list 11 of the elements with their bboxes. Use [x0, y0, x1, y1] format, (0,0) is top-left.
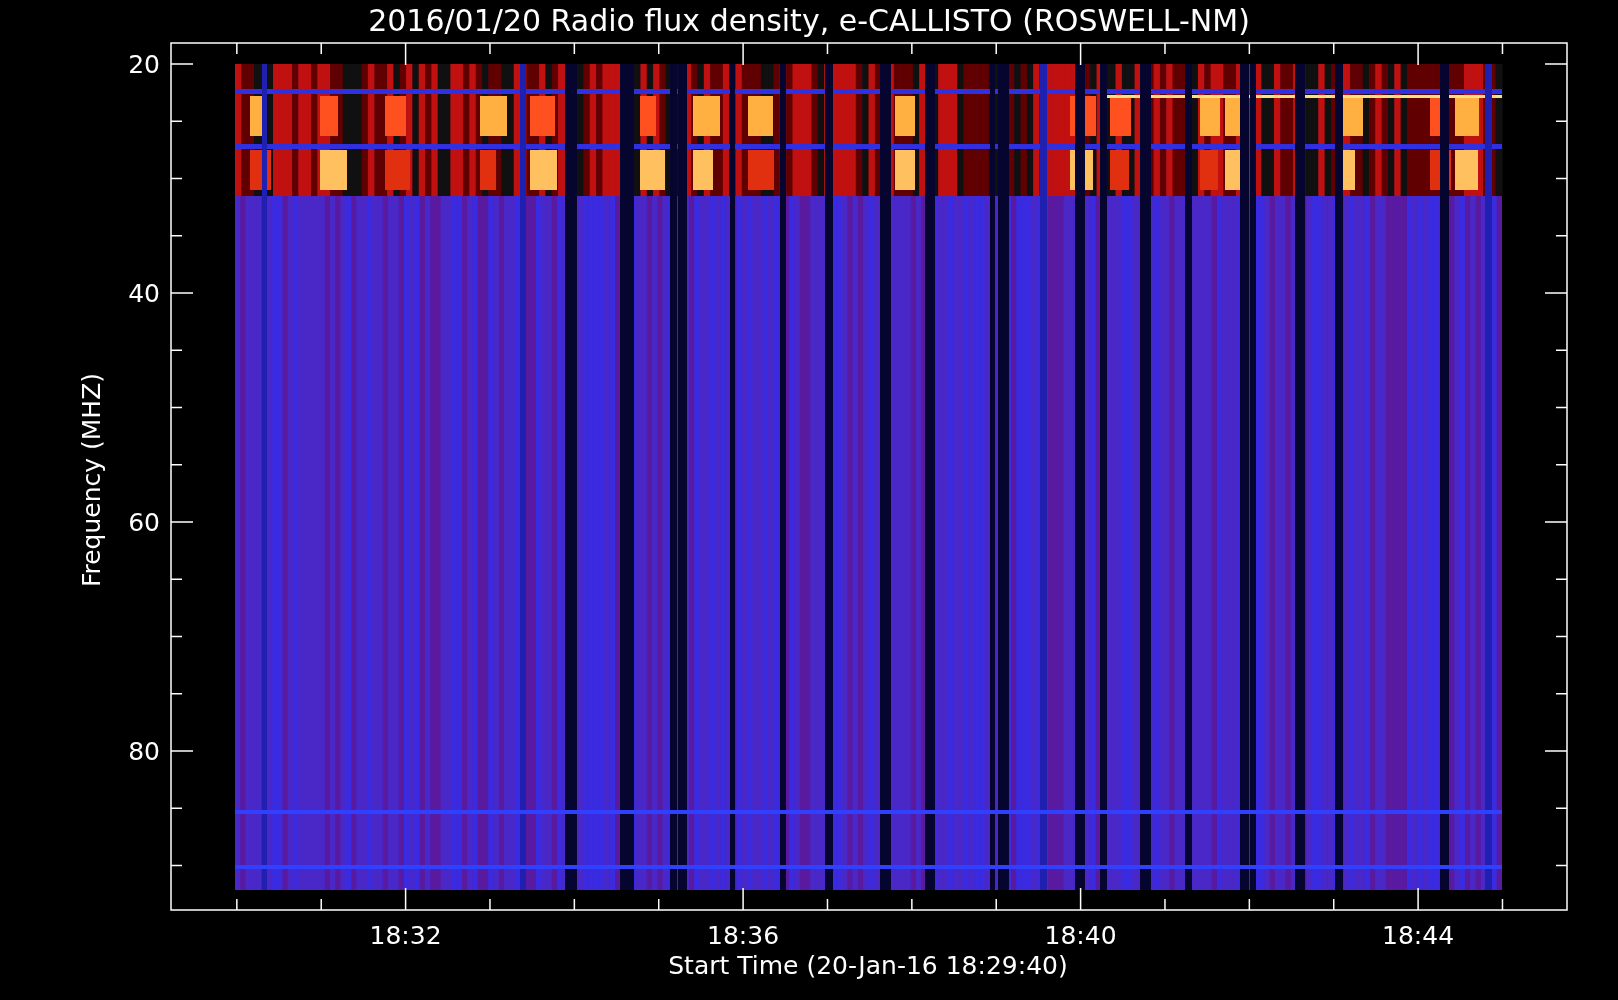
- y-tick-label: 20: [128, 50, 160, 79]
- y-axis-label: Frequency (MHZ): [77, 372, 106, 588]
- x-tick-label: 18:40: [1044, 921, 1117, 950]
- chart-title: 2016/01/20 Radio flux density, e-CALLISTO (ROSWELL-NM): [368, 3, 1250, 38]
- x-tick-label: 18:36: [707, 921, 780, 950]
- y-tick-label: 60: [128, 508, 160, 537]
- x-axis-label: Start Time (20-Jan-16 18:29:40): [668, 951, 1068, 980]
- x-tick-label: 18:44: [1382, 921, 1455, 950]
- x-tick-label: 18:32: [369, 921, 442, 950]
- y-tick-label: 40: [128, 279, 160, 308]
- y-tick-label: 80: [128, 737, 160, 766]
